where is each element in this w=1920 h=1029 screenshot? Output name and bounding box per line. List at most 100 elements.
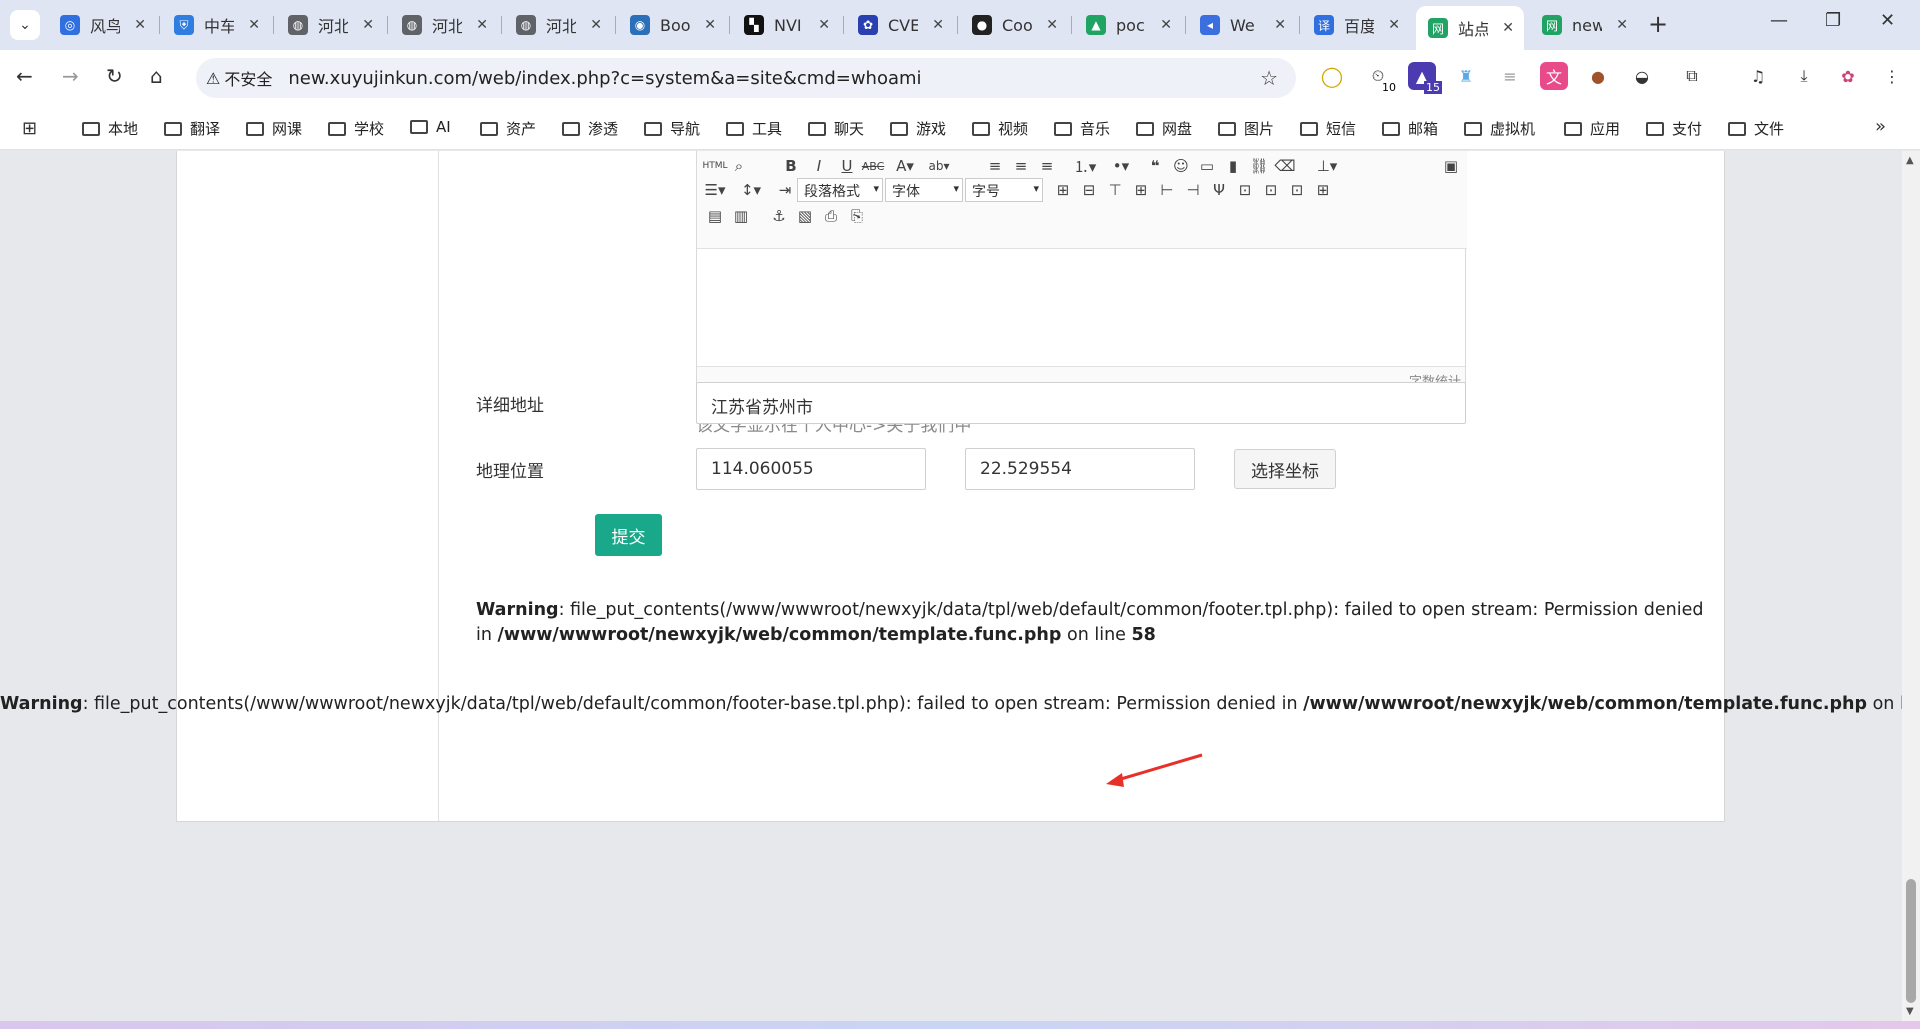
- bookmark-folder[interactable]: 短信: [1300, 118, 1356, 139]
- fullscreen-icon[interactable]: ▣: [1441, 157, 1461, 175]
- preview-magnifier-icon[interactable]: ⌕: [729, 157, 749, 175]
- split-cell-icon[interactable]: Ψ: [1209, 181, 1229, 199]
- anchor-icon[interactable]: ⚓: [769, 207, 789, 225]
- merge-right-icon[interactable]: ⊡: [1261, 181, 1281, 199]
- line-height-icon[interactable]: ↕▾: [741, 181, 761, 199]
- browser-tab[interactable]: ⛨ 中车 ✕: [162, 8, 270, 42]
- browser-tab[interactable]: ◂ We ✕: [1188, 8, 1296, 42]
- table-rows-icon[interactable]: ▤: [705, 207, 725, 225]
- bookmark-star-icon[interactable]: ☆: [1260, 66, 1278, 90]
- paragraph-format-select[interactable]: 段落格式: [797, 178, 883, 202]
- tab-close-icon[interactable]: ✕: [1160, 17, 1172, 33]
- url-text[interactable]: new.xuyujinkun.com/web/index.php?c=syste…: [288, 68, 921, 89]
- tab-close-icon[interactable]: ✕: [1502, 20, 1514, 36]
- unordered-list-icon[interactable]: •▾: [1111, 157, 1131, 175]
- tab-search-button[interactable]: ⌄: [10, 10, 40, 40]
- ordered-list-icon[interactable]: ⒈▾: [1074, 157, 1097, 176]
- html-source-icon[interactable]: HTML: [702, 157, 727, 175]
- emoticon-icon[interactable]: ☺: [1171, 157, 1191, 175]
- spellcheck-icon[interactable]: ab▾: [929, 157, 950, 175]
- browser-tab[interactable]: 译百度 ✕: [1302, 8, 1410, 42]
- reload-icon[interactable]: ↻: [106, 64, 123, 88]
- align-center-icon[interactable]: ≡: [1011, 157, 1031, 175]
- choose-coordinate-button[interactable]: 选择坐标: [1234, 449, 1336, 489]
- tab-close-icon[interactable]: ✕: [134, 17, 146, 33]
- security-chip[interactable]: ⚠ 不安全: [206, 66, 272, 90]
- bookmark-folder[interactable]: 应用: [1564, 118, 1620, 139]
- insert-row-above-icon[interactable]: ⊤: [1105, 181, 1125, 199]
- align-left-icon[interactable]: ≡: [985, 157, 1005, 175]
- merge-down-icon[interactable]: ⊡: [1287, 181, 1307, 199]
- image-icon[interactable]: ▭: [1197, 157, 1217, 175]
- scrollbar-thumb[interactable]: [1906, 879, 1916, 1003]
- page-scrollbar[interactable]: ▲ ▼: [1902, 151, 1920, 1021]
- underline-icon[interactable]: U: [837, 157, 857, 175]
- bookmark-folder[interactable]: 虚拟机: [1464, 118, 1535, 139]
- align-right-icon[interactable]: ≡: [1037, 157, 1057, 175]
- extension-cookie-icon[interactable]: ●: [1584, 62, 1612, 90]
- bookmark-folder[interactable]: 网课: [246, 118, 302, 139]
- table-cols-icon[interactable]: ▥: [731, 207, 751, 225]
- italic-icon[interactable]: I: [809, 157, 829, 175]
- insert-col-icon[interactable]: ⊢: [1157, 181, 1177, 199]
- download-icon[interactable]: ⤓: [1790, 62, 1818, 90]
- forward-icon[interactable]: →: [62, 64, 79, 88]
- font-color-icon[interactable]: A▾: [895, 157, 915, 175]
- scroll-down-arrow-icon[interactable]: ▼: [1906, 1006, 1914, 1017]
- bookmark-folder[interactable]: 聊天: [808, 118, 864, 139]
- editor-content-area[interactable]: [697, 250, 1465, 365]
- tab-close-icon[interactable]: ✕: [1046, 17, 1058, 33]
- address-bar[interactable]: ⚠ 不安全 new.xuyujinkun.com/web/index.php?c…: [196, 58, 1296, 98]
- submit-button[interactable]: 提交: [595, 514, 662, 556]
- extension-hat2-icon[interactable]: ◒: [1628, 62, 1656, 90]
- paste-icon[interactable]: ⎘: [847, 207, 867, 225]
- tab-close-icon[interactable]: ✕: [590, 17, 602, 33]
- extension-bars-icon[interactable]: ≡: [1496, 62, 1524, 90]
- tab-close-icon[interactable]: ✕: [1274, 17, 1286, 33]
- browser-tab[interactable]: ◍ 河北 ✕: [276, 8, 384, 42]
- link-icon[interactable]: ⛓: [1249, 157, 1269, 175]
- bookmark-folder[interactable]: 视频: [972, 118, 1028, 139]
- tab-close-icon[interactable]: ✕: [1616, 17, 1628, 33]
- extension-timer-icon[interactable]: ⏲ 10: [1364, 62, 1398, 94]
- paragraph-spacing-icon[interactable]: ☰▾: [705, 181, 726, 199]
- profile-avatar[interactable]: ✿: [1834, 62, 1862, 90]
- apps-grid-icon[interactable]: ⊞: [22, 118, 37, 139]
- bookmark-folder[interactable]: 文件: [1728, 118, 1784, 139]
- bold-icon[interactable]: B: [781, 157, 801, 175]
- browser-tab[interactable]: ● Coo ✕: [960, 8, 1068, 42]
- print-icon[interactable]: ⎙: [821, 207, 841, 225]
- extension-cup-icon[interactable]: ♜: [1452, 62, 1480, 90]
- extension-translate-icon[interactable]: 文: [1540, 62, 1568, 90]
- tab-close-icon[interactable]: ✕: [818, 17, 830, 33]
- extensions-puzzle-icon[interactable]: ⧉: [1678, 62, 1706, 90]
- tab-close-icon[interactable]: ✕: [362, 17, 374, 33]
- restore-icon[interactable]: ❐: [1825, 10, 1841, 31]
- bookmark-folder[interactable]: 翻译: [164, 118, 220, 139]
- chevron-double-right-icon[interactable]: »: [1875, 116, 1886, 137]
- scroll-up-arrow-icon[interactable]: ▲: [1906, 155, 1914, 166]
- font-family-select[interactable]: 字体: [885, 178, 963, 202]
- bookmark-folder[interactable]: 邮箱: [1382, 118, 1438, 139]
- video-icon[interactable]: ▮: [1223, 157, 1243, 175]
- bookmark-folder[interactable]: 渗透: [562, 118, 618, 139]
- insert-row-icon[interactable]: ⊞: [1131, 181, 1151, 199]
- close-window-icon[interactable]: ✕: [1880, 10, 1895, 31]
- horizontal-rule-icon[interactable]: ⊥▾: [1317, 157, 1338, 175]
- bookmark-folder[interactable]: 音乐: [1054, 118, 1110, 139]
- bookmark-folder[interactable]: 支付: [1646, 118, 1702, 139]
- minimize-icon[interactable]: —: [1770, 10, 1788, 31]
- delete-table-icon[interactable]: ⊞: [1313, 181, 1333, 199]
- extension-ring-icon[interactable]: ◯: [1318, 62, 1346, 90]
- bookmark-folder[interactable]: 资产: [480, 118, 536, 139]
- browser-tab[interactable]: ▲ poc ✕: [1074, 8, 1182, 42]
- browser-tab[interactable]: 网 new ✕: [1530, 8, 1638, 42]
- new-tab-button[interactable]: +: [1648, 10, 1668, 38]
- template-icon[interactable]: ▧: [795, 207, 815, 225]
- bookmark-folder[interactable]: 图片: [1218, 118, 1274, 139]
- tab-close-icon[interactable]: ✕: [248, 17, 260, 33]
- browser-tab[interactable]: ◍ 河北 ✕: [504, 8, 612, 42]
- table-props-icon[interactable]: ⊟: [1079, 181, 1099, 199]
- blockquote-icon[interactable]: ❝: [1145, 157, 1165, 175]
- browser-tab[interactable]: ▚ NVI ✕: [732, 8, 840, 42]
